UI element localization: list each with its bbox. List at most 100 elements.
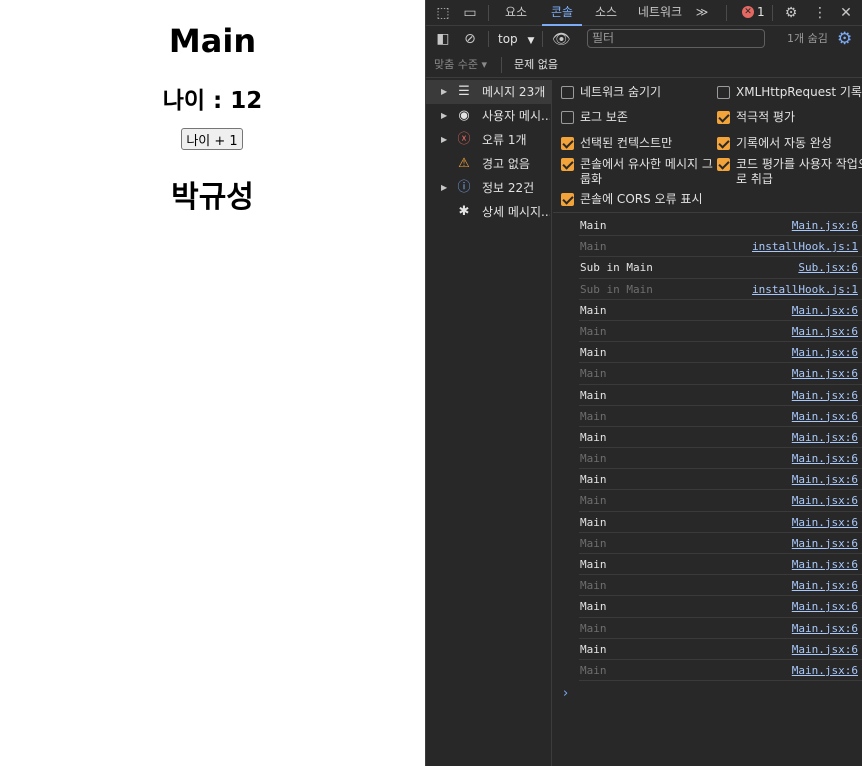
bug-icon: ✱: [458, 204, 470, 219]
source-link[interactable]: Main.jsx:6: [792, 533, 858, 554]
checkbox-checked[interactable]: [561, 193, 574, 206]
console-message-text: Main: [580, 579, 607, 593]
source-link[interactable]: Main.jsx:6: [792, 490, 858, 511]
console-settings-gear-icon[interactable]: ⚙: [837, 29, 852, 49]
inspect-element-icon[interactable]: ⬚: [434, 4, 452, 22]
source-link[interactable]: Main.jsx:6: [792, 469, 858, 490]
setting-label: 네트워크 숨기기: [580, 85, 662, 99]
console-message-row: Main Main.jsx:6: [579, 596, 862, 618]
console-message-row: Main Main.jsx:6: [579, 342, 862, 364]
increment-age-button[interactable]: 나이 + 1: [181, 128, 243, 150]
console-message-row: Main Main.jsx:6: [579, 215, 862, 237]
source-link[interactable]: Main.jsx:6: [792, 342, 858, 363]
source-link[interactable]: Main.jsx:6: [792, 406, 858, 427]
console-message-row: Main Main.jsx:6: [579, 575, 862, 597]
sidebar-item[interactable]: ▶ ⓧ 오류 1개: [426, 128, 552, 152]
console-message-row: Main Main.jsx:6: [579, 639, 862, 660]
log-levels-dropdown[interactable]: 맞춤 수준 ▾: [434, 57, 487, 73]
source-link[interactable]: Main.jsx:6: [792, 596, 858, 617]
device-toolbar-icon[interactable]: ▭: [461, 4, 479, 22]
clear-console-icon[interactable]: ⊘: [461, 30, 479, 48]
console-message-row: Main Main.jsx:6: [579, 321, 862, 343]
sidebar-toggle-icon[interactable]: ◧: [434, 30, 452, 48]
source-link[interactable]: Main.jsx:6: [792, 363, 858, 384]
error-count[interactable]: 1: [757, 0, 765, 25]
expand-caret-icon[interactable]: ▶: [441, 128, 447, 152]
tab-network[interactable]: 네트워크: [632, 0, 688, 26]
checkbox-unchecked[interactable]: [561, 86, 574, 99]
more-tabs-button[interactable]: ≫: [690, 0, 714, 26]
sidebar-item[interactable]: ✱ 상세 메시지...: [426, 200, 552, 224]
console-message-row: Main Main.jsx:6: [579, 300, 862, 321]
more-options-icon[interactable]: ⋮: [811, 4, 829, 22]
expand-caret-icon[interactable]: ▶: [441, 104, 447, 128]
page-title: Main: [168, 22, 257, 60]
checkbox-checked[interactable]: [717, 158, 730, 171]
source-link[interactable]: installHook.js:1: [752, 279, 858, 300]
name-text: 박규성: [171, 180, 254, 215]
chevron-down-icon: ▼: [527, 36, 535, 46]
source-link[interactable]: Sub.jsx:6: [798, 257, 858, 278]
source-link[interactable]: Main.jsx:6: [792, 215, 858, 236]
source-link[interactable]: Main.jsx:6: [792, 300, 858, 321]
source-link[interactable]: Main.jsx:6: [792, 575, 858, 596]
settings-gear-icon[interactable]: ⚙: [782, 4, 800, 22]
source-link[interactable]: Main.jsx:6: [792, 618, 858, 639]
console-prompt[interactable]: ›: [563, 686, 568, 701]
source-link[interactable]: Main.jsx:6: [792, 512, 858, 533]
expand-caret-icon[interactable]: ▶: [441, 80, 447, 104]
expand-caret-icon[interactable]: ▶: [441, 176, 447, 200]
checkbox-unchecked[interactable]: [561, 111, 574, 124]
error-icon[interactable]: ✕: [742, 6, 754, 18]
source-link[interactable]: Main.jsx:6: [792, 660, 858, 681]
context-selector[interactable]: top ▼: [498, 30, 534, 48]
sidebar-item-label: 정보 22건: [482, 181, 535, 195]
sidebar-item-label: 사용자 메시...: [482, 109, 550, 123]
source-link[interactable]: installHook.js:1: [752, 236, 858, 257]
issues-status[interactable]: 문제 없음: [514, 57, 558, 73]
console-message-row: Main Main.jsx:6: [579, 448, 862, 470]
sidebar-item[interactable]: ▶ ☰ 메시지 23개: [426, 80, 552, 104]
close-icon[interactable]: ✕: [837, 4, 855, 22]
tab-console[interactable]: 콘솔: [542, 0, 582, 26]
console-message-text: Main: [580, 663, 607, 677]
error-icon: ⓧ: [457, 132, 471, 147]
console-message-row: Main Main.jsx:6: [579, 406, 862, 427]
console-message-text: Sub in Main: [580, 261, 653, 275]
source-link[interactable]: Main.jsx:6: [792, 427, 858, 448]
tab-elements[interactable]: 요소: [498, 0, 534, 26]
hidden-count: 1개 숨김: [787, 32, 828, 45]
source-link[interactable]: Main.jsx:6: [792, 385, 858, 406]
console-message-text: Main: [580, 303, 607, 317]
context-label: top: [498, 32, 518, 46]
checkbox-checked[interactable]: [717, 111, 730, 124]
checkbox-checked[interactable]: [717, 137, 730, 150]
tab-sources[interactable]: 소스: [588, 0, 624, 26]
source-link[interactable]: Main.jsx:6: [792, 554, 858, 575]
live-expression-eye-icon[interactable]: 👁: [552, 30, 571, 48]
sidebar-item[interactable]: ⚠ 경고 없음: [426, 152, 552, 176]
console-message-row: Main Main.jsx:6: [579, 660, 862, 682]
devtools-tabbar: ⬚ ▭ 요소 콘솔 소스 네트워크 ≫ ✕ 1 ⚙ ⋮ ✕: [426, 0, 862, 26]
console-message-text: Main: [580, 452, 607, 466]
source-link[interactable]: Main.jsx:6: [792, 321, 858, 342]
checkbox-checked[interactable]: [561, 137, 574, 150]
console-message-text: Main: [580, 536, 607, 550]
console-message-text: Main: [580, 600, 607, 614]
setting-label: 콘솔에서 유사한 메시지 그룹화: [580, 157, 713, 186]
checkbox-unchecked[interactable]: [717, 86, 730, 99]
source-link[interactable]: Main.jsx:6: [792, 448, 858, 469]
warning-icon: ⚠: [458, 156, 470, 171]
console-message-text: Main: [580, 409, 607, 423]
sidebar-item[interactable]: ▶ ⓘ 정보 22건: [426, 176, 552, 200]
checkbox-checked[interactable]: [561, 158, 574, 171]
filter-input[interactable]: 필터: [587, 29, 765, 48]
console-message-text: Main: [580, 494, 607, 508]
console-sidebar: ▶ ☰ 메시지 23개 ▶ ◉ 사용자 메시... ▶ ⓧ 오류 1개 ⚠ 경고 없음 ▶ ⓘ 정보 22…: [426, 80, 552, 766]
console-message-row: Main Main.jsx:6: [579, 427, 862, 449]
sidebar-item-label: 상세 메시지...: [482, 205, 550, 219]
sidebar-item[interactable]: ▶ ◉ 사용자 메시...: [426, 104, 552, 128]
console-message-row: Main installHook.js:1: [579, 236, 862, 258]
source-link[interactable]: Main.jsx:6: [792, 639, 858, 660]
console-toolbar: ◧ ⊘ top ▼ 👁 필터 1개 숨김 ⚙: [426, 26, 862, 52]
